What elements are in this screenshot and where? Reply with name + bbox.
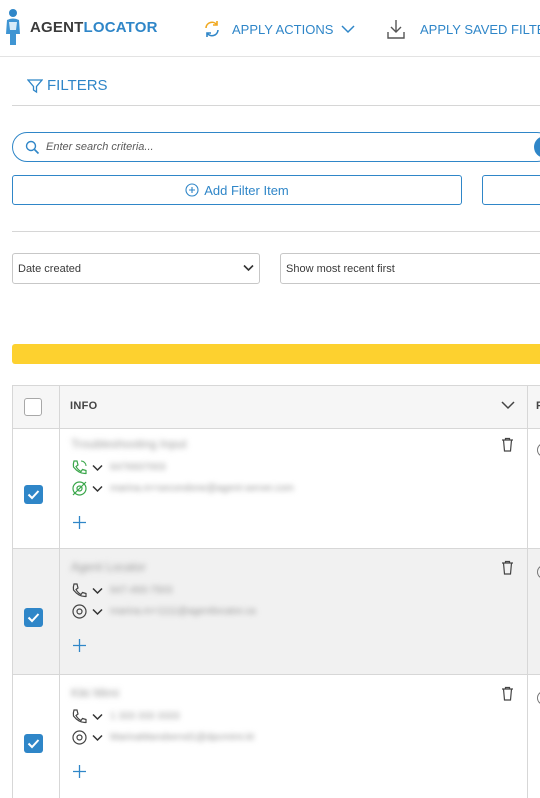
checkmark-icon — [27, 739, 40, 749]
secondary-filter-button[interactable] — [482, 175, 540, 205]
funnel-icon — [27, 78, 43, 93]
chevron-down-icon — [341, 25, 355, 34]
chevron-down-icon[interactable] — [92, 485, 103, 493]
search-input[interactable] — [46, 138, 506, 156]
chevron-down-icon[interactable] — [92, 734, 103, 742]
search-icon — [25, 140, 40, 155]
brand-part-locator: LOCATOR — [83, 19, 158, 36]
phone-icon[interactable] — [71, 582, 88, 599]
table-row[interactable]: Agent Locator 647-493-7503 marina.m+1111… — [13, 549, 540, 675]
apply-actions-label: APPLY ACTIONS — [232, 21, 334, 37]
chevron-down-icon — [243, 264, 254, 272]
refresh-icon — [205, 21, 219, 37]
sort-field-value: Date created — [18, 262, 81, 275]
contact-name[interactable]: Agent Locator — [71, 560, 146, 574]
contact-name[interactable]: Troubleshooting Input — [71, 437, 187, 451]
brand-part-agent: AGENT — [30, 19, 84, 36]
checkmark-icon — [27, 613, 40, 623]
email-line: MarinaMansbernd1@dpcmimi.kt — [71, 729, 254, 746]
column-header-next[interactable]: P — [536, 400, 540, 412]
table-row[interactable]: Kiki Mimi 1 333 333 3333 MarinaMansbernd… — [13, 675, 540, 798]
email-at-icon[interactable] — [71, 603, 88, 620]
sort-order-value: Show most recent first — [286, 262, 395, 275]
search-submit-button[interactable] — [534, 136, 540, 158]
filters-toggle[interactable]: FILTERS — [27, 77, 108, 94]
chevron-down-icon[interactable] — [92, 713, 103, 721]
row-checkbox[interactable] — [24, 734, 43, 753]
table-row[interactable]: Troubleshooting Input 6476937003 marina.… — [13, 429, 540, 549]
checkmark-icon — [27, 490, 40, 500]
plus-icon[interactable] — [72, 764, 87, 779]
phone-line: 647-493-7503 — [71, 582, 172, 599]
filters-title: FILTERS — [47, 77, 108, 94]
phone-icon[interactable] — [71, 459, 88, 476]
divider — [12, 231, 540, 232]
table-header: INFO P — [13, 386, 540, 429]
plus-icon[interactable] — [72, 515, 87, 530]
trash-icon[interactable] — [501, 437, 514, 452]
column-divider — [59, 386, 60, 798]
trash-icon[interactable] — [501, 686, 514, 701]
contact-phone[interactable]: 647-493-7503 — [110, 585, 172, 596]
column-divider — [527, 386, 528, 798]
progress-bar — [12, 344, 540, 364]
phone-line: 6476937003 — [71, 459, 166, 476]
chevron-down-icon[interactable] — [501, 400, 515, 410]
apply-actions-button[interactable]: APPLY ACTIONS — [202, 16, 355, 42]
contact-phone[interactable]: 1 333 333 3333 — [110, 711, 180, 722]
email-at-icon[interactable] — [71, 480, 88, 497]
email-at-icon[interactable] — [71, 729, 88, 746]
phone-line: 1 333 333 3333 — [71, 708, 180, 725]
chevron-down-icon[interactable] — [92, 587, 103, 595]
brand-name[interactable]: AGENTLOCATOR — [30, 19, 158, 36]
apply-saved-filter-button[interactable]: APPLY SAVED FILTER — [386, 16, 540, 42]
sort-order-select[interactable]: Show most recent first — [280, 253, 540, 284]
row-checkbox[interactable] — [24, 608, 43, 627]
contact-phone[interactable]: 6476937003 — [110, 462, 166, 473]
add-filter-item-button[interactable]: Add Filter Item — [12, 175, 462, 205]
chevron-down-icon[interactable] — [92, 464, 103, 472]
contact-email[interactable]: marina.m+1111@agentlocator.ca — [110, 606, 256, 617]
top-bar: AGENTLOCATOR APPLY ACTIONS APPLY SAVED F… — [0, 0, 540, 57]
contact-name[interactable]: Kiki Mimi — [71, 686, 119, 700]
select-all-checkbox[interactable] — [24, 398, 42, 416]
apply-saved-filter-label: APPLY SAVED FILTER — [420, 21, 540, 37]
agent-figure-logo-icon — [6, 9, 20, 45]
sort-field-select[interactable]: Date created — [12, 253, 260, 284]
contact-email[interactable]: marina.m+secondone@agent-server.com — [110, 483, 294, 494]
search-bar — [12, 132, 540, 162]
email-line: marina.m+1111@agentlocator.ca — [71, 603, 256, 620]
row-checkbox[interactable] — [24, 485, 43, 504]
column-header-info[interactable]: INFO — [70, 400, 97, 412]
chevron-down-icon[interactable] — [92, 608, 103, 616]
phone-icon[interactable] — [71, 708, 88, 725]
email-line: marina.m+secondone@agent-server.com — [71, 480, 294, 497]
contact-email[interactable]: MarinaMansbernd1@dpcmimi.kt — [110, 732, 254, 743]
contacts-table: INFO P Troubleshooting Input 6476937003 — [12, 385, 540, 798]
plus-circle-icon — [185, 183, 199, 197]
trash-icon[interactable] — [501, 560, 514, 575]
add-filter-item-label: Add Filter Item — [204, 182, 289, 198]
download-icon — [387, 20, 405, 39]
divider — [12, 105, 540, 106]
plus-icon[interactable] — [72, 638, 87, 653]
